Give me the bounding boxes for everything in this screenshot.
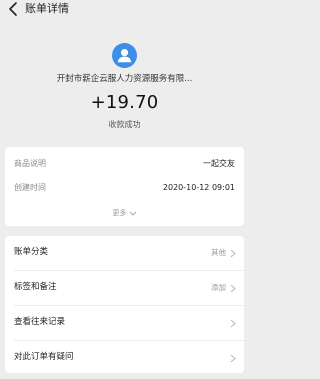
options-card: 账单分类 其他 标签和备注 添加 查看往来记录 对此订单有疑问 [5,236,244,373]
header-bar: 账单详情 [0,0,249,22]
created-time-value: 2020-10-12 09:01 [162,183,235,192]
menu-item-value: 其他 [211,248,226,257]
merchant-name: 开封市薪企云服人力资源服务有限... [56,74,193,84]
menu-item-tags-notes[interactable]: 标签和备注 添加 [5,271,244,305]
product-description-label: 商品说明 [14,159,46,168]
transaction-summary: 开封市薪企云服人力资源服务有限... +19.70 收款成功 [0,22,249,144]
more-label: 更多 [112,209,127,217]
menu-item-label: 标签和备注 [14,282,57,292]
transaction-status: 收款成功 [108,120,141,129]
menu-item-label: 账单分类 [14,247,49,257]
more-toggle[interactable]: 更多 [5,209,244,218]
menu-item-value: 添加 [211,283,226,292]
menu-item-label: 对此订单有疑问 [14,352,74,362]
created-time-label: 创建时间 [14,183,46,192]
page-title: 账单详情 [25,2,69,15]
product-description-value: 一起交友 [203,159,235,168]
user-icon [117,49,132,63]
menu-item-label: 查看往来记录 [14,317,66,327]
menu-item-transaction-records[interactable]: 查看往来记录 [5,306,244,340]
details-card: 商品说明 一起交友 创建时间 2020-10-12 09:01 更多 [5,147,244,226]
menu-item-bill-category[interactable]: 账单分类 其他 [5,236,244,270]
merchant-avatar [112,43,137,68]
transaction-amount: +19.70 [90,92,159,113]
chevron-right-icon [230,284,236,293]
back-arrow-icon[interactable] [6,1,22,17]
chevron-right-icon [230,354,236,363]
menu-item-order-question[interactable]: 对此订单有疑问 [5,341,244,375]
chevron-right-icon [230,319,236,328]
chevron-down-icon [129,211,136,216]
chevron-right-icon [230,249,236,258]
